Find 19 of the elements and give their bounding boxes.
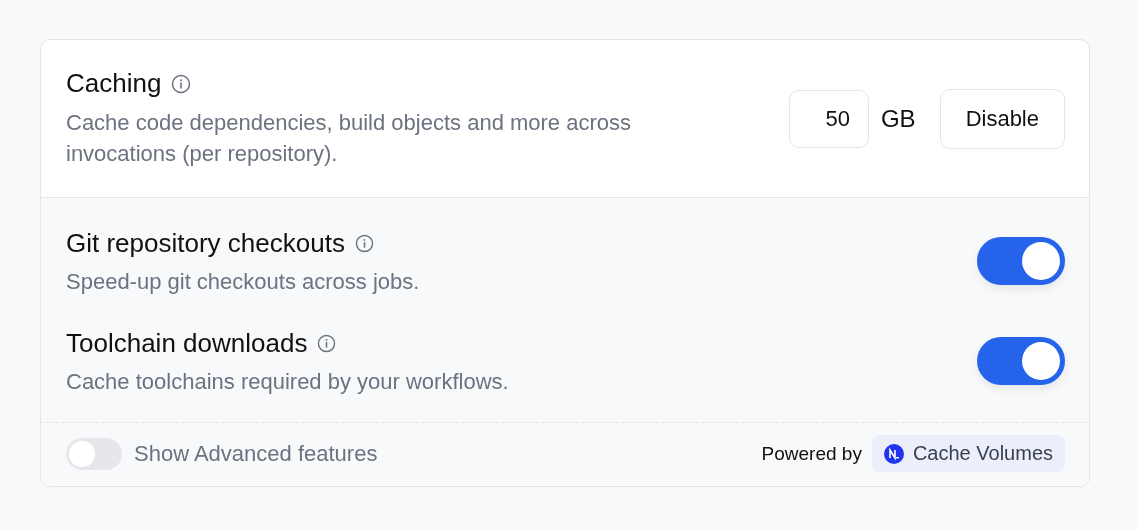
toggle-label: Show Advanced features <box>134 440 378 467</box>
toggle-switch[interactable] <box>977 337 1065 385</box>
section-description: Cache code dependencies, build objects and more across invocations (per repository). <box>66 109 633 168</box>
section-title: Caching <box>66 68 162 99</box>
provider-link[interactable]: Cache Volumes <box>871 435 1065 472</box>
info-icon[interactable] <box>317 333 337 353</box>
unit-label: GB <box>880 104 916 133</box>
info-icon[interactable] <box>354 233 374 253</box>
logo-icon <box>883 443 904 464</box>
option-title: Toolchain downloads <box>66 327 308 359</box>
option-description: Cache toolchains required by your workflows. <box>66 368 509 395</box>
disable-button[interactable]: Disable <box>939 88 1065 149</box>
option-title: Git repository checkouts <box>66 227 345 259</box>
toggle-switch[interactable] <box>977 237 1065 285</box>
option-description: Speed-up git checkouts across jobs. <box>66 268 420 295</box>
toggle-switch[interactable] <box>66 437 122 470</box>
powered-by-label: Powered by <box>761 442 862 465</box>
info-icon[interactable] <box>171 73 192 94</box>
size-input[interactable]: 50 <box>788 89 869 148</box>
